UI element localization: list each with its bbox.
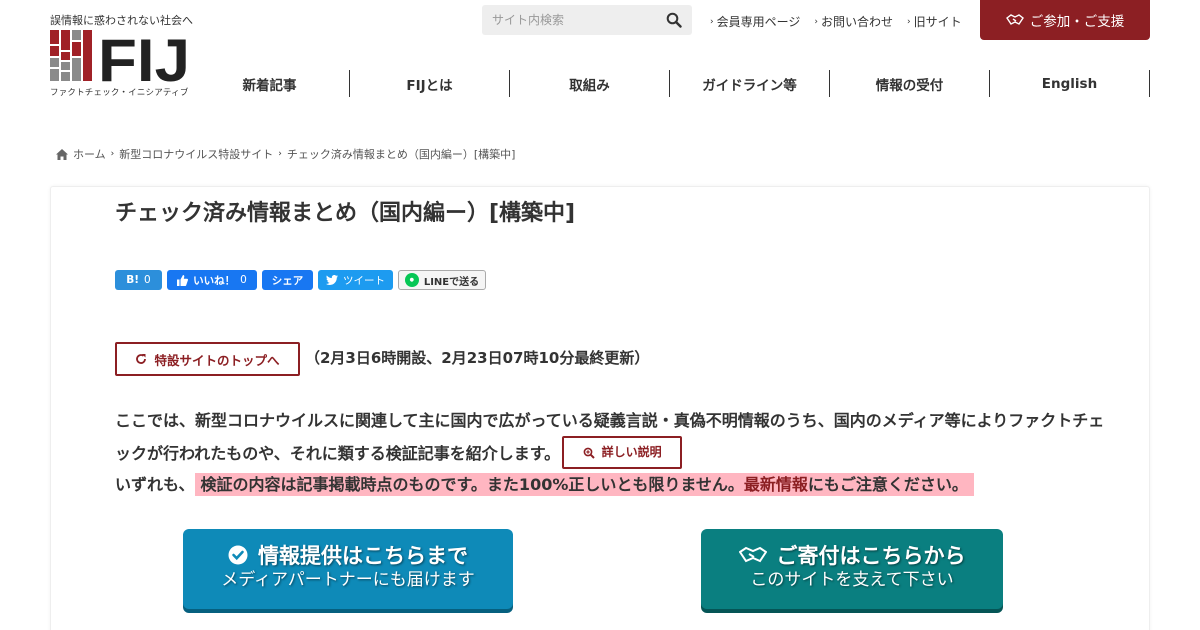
home-icon <box>56 148 68 160</box>
chevron-right-icon: › <box>710 16 714 27</box>
share-buttons: B! 0 いいね！ 0 シェア ツイート ● LINEで送る <box>115 270 486 290</box>
thumbs-up-icon <box>177 274 189 286</box>
line-icon: ● <box>404 273 419 287</box>
top-link-contact[interactable]: › お問い合わせ <box>814 13 893 30</box>
breadcrumb: ホーム › 新型コロナウイルス特設サイト › チェック済み情報まとめ（国内編ー）… <box>56 146 515 162</box>
chevron-right-icon: › <box>907 16 911 27</box>
donation-button[interactable]: ご寄付はこちらから このサイトを支えて下さい <box>701 529 1003 609</box>
nav-item-english[interactable]: English <box>990 70 1150 97</box>
detail-explanation-button[interactable]: 詳しい説明 <box>562 436 683 469</box>
top-links: › 会員専用ページ › お問い合わせ › 旧サイト <box>710 13 962 30</box>
twitter-bird-icon <box>326 275 338 285</box>
chevron-right-icon: › <box>110 149 115 159</box>
zoom-in-icon <box>583 447 595 459</box>
tagline: 誤情報に惑わされない社会へ <box>50 14 193 27</box>
breadcrumb-corona-site[interactable]: 新型コロナウイルス特設サイト <box>119 146 273 162</box>
special-site-top-button[interactable]: 特設サイトのトップへ <box>115 342 300 376</box>
handshake-icon <box>738 546 767 563</box>
nav-item-submit-info[interactable]: 情報の受付 <box>830 70 990 97</box>
chevron-right-icon: › <box>278 149 282 159</box>
nav-item-guidelines[interactable]: ガイドライン等 <box>670 70 830 97</box>
site-logo[interactable]: FIJ ファクトチェック・イニシアティブ <box>50 30 195 98</box>
page-title: チェック済み情報まとめ（国内編ー）[構築中] <box>115 201 576 226</box>
hatena-bookmark-button[interactable]: B! 0 <box>115 270 162 290</box>
intro-paragraph: ここでは、新型コロナウイルスに関連して主に国内で広がっている疑義言説・真偽不明情… <box>115 404 1105 471</box>
nav-item-about[interactable]: FIJとは <box>350 70 510 97</box>
nav-item-activities[interactable]: 取組み <box>510 70 670 97</box>
nav-item-news[interactable]: 新着記事 <box>190 70 350 97</box>
latest-info-link[interactable]: 最新情報 <box>744 475 808 494</box>
hatena-count: 0 <box>144 274 151 286</box>
check-circle-icon <box>228 545 248 565</box>
chevron-right-icon: › <box>814 16 818 27</box>
disclaimer-note: いずれも、 検証の内容は記事掲載時点のものです。また100%正しいとも限りません。… <box>115 473 974 497</box>
top-link-members[interactable]: › 会員専用ページ <box>710 13 800 30</box>
breadcrumb-current: チェック済み情報まとめ（国内編ー）[構築中] <box>286 148 516 161</box>
info-submission-button[interactable]: 情報提供はこちらまで メディアパートナーにも届けます <box>183 529 513 609</box>
refresh-icon <box>136 354 147 364</box>
handshake-icon <box>1005 14 1024 25</box>
disclaimer-highlight: 検証の内容は記事掲載時点のものです。また100%正しいとも限りません。最新情報に… <box>194 473 974 496</box>
fij-logo-mark: FIJ <box>50 30 190 85</box>
site-search[interactable] <box>482 5 692 35</box>
top-link-old-site[interactable]: › 旧サイト <box>907 13 962 30</box>
line-share-button[interactable]: ● LINEで送る <box>398 270 486 290</box>
svg-text:FIJ: FIJ <box>98 30 190 85</box>
updated-timestamp: （2月3日6時開設、2月23日07時10分最終更新） <box>305 349 650 367</box>
search-input[interactable] <box>482 5 652 35</box>
logo-subtitle: ファクトチェック・イニシアティブ <box>50 88 189 98</box>
main-nav: 新着記事 FIJとは 取組み ガイドライン等 情報の受付 English <box>190 70 1150 97</box>
facebook-like-button[interactable]: いいね！ 0 <box>167 270 257 290</box>
support-button[interactable]: ご参加・ご支援 <box>980 0 1150 40</box>
tweet-button[interactable]: ツイート <box>318 270 393 290</box>
facebook-share-button[interactable]: シェア <box>262 270 313 290</box>
breadcrumb-home[interactable]: ホーム <box>73 146 106 162</box>
like-count: 0 <box>240 274 247 286</box>
search-icon[interactable] <box>666 12 682 28</box>
